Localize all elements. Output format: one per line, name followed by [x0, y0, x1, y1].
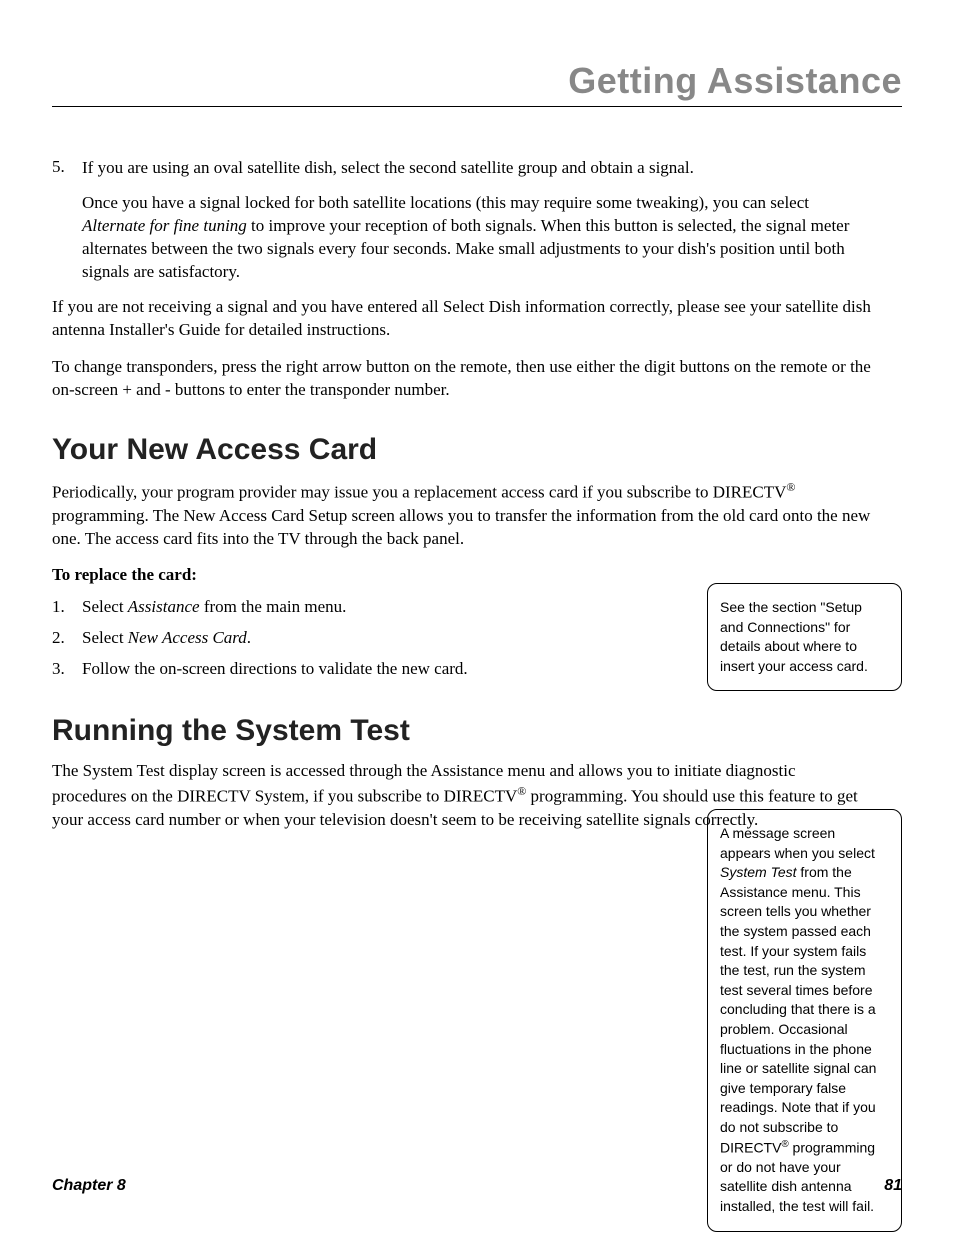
registered-mark: ®: [786, 480, 795, 494]
callout-system-test: A message screen appears when you select…: [707, 809, 902, 1232]
text-span: .: [247, 628, 251, 647]
registered-mark: ®: [517, 784, 526, 798]
main-content: 5. If you are using an oval satellite di…: [52, 157, 902, 832]
list-number: 2.: [52, 624, 82, 651]
step5-para1: If you are using an oval satellite dish,…: [82, 157, 872, 180]
replace-card-label: To replace the card:: [52, 565, 902, 585]
text-span: from the Assistance menu. This screen te…: [720, 864, 876, 1155]
header-title: Getting Assistance: [52, 60, 902, 102]
text-span: programming. The New Access Card Setup s…: [52, 506, 870, 548]
text-span: Once you have a signal locked for both s…: [82, 193, 809, 212]
registered-mark: ®: [781, 1139, 788, 1150]
section-heading-system-test: Running the System Test: [52, 714, 902, 748]
text-span: Periodically, your program provider may …: [52, 483, 786, 502]
text-span: from the main menu.: [200, 597, 347, 616]
list-text: Follow the on-screen directions to valid…: [82, 655, 468, 682]
list-item: 1. Select Assistance from the main menu.: [52, 593, 692, 620]
list-text: Select New Access Card.: [82, 624, 251, 651]
text-span: Select: [82, 597, 128, 616]
step5-para2: Once you have a signal locked for both s…: [82, 192, 872, 284]
paragraph: If you are not receiving a signal and yo…: [52, 296, 872, 342]
section1-intro: Periodically, your program provider may …: [52, 479, 872, 550]
callout-setup-connections: See the section "Setup and Connections" …: [707, 583, 902, 691]
section-heading-access-card: Your New Access Card: [52, 433, 902, 467]
list-item-5: 5. If you are using an oval satellite di…: [52, 157, 872, 284]
italic-text: Alternate for fine tuning: [82, 216, 247, 235]
italic-text: New Access Card: [128, 628, 247, 647]
page-header: Getting Assistance: [52, 60, 902, 107]
list-text: Select Assistance from the main menu.: [82, 593, 346, 620]
page-footer: Chapter 8 81: [52, 1177, 902, 1195]
page-number: 81: [884, 1177, 902, 1195]
list-number: 3.: [52, 655, 82, 682]
text-span: Select: [82, 628, 128, 647]
replace-steps-list: 1. Select Assistance from the main menu.…: [52, 593, 692, 683]
list-number: 1.: [52, 593, 82, 620]
list-item: 2. Select New Access Card.: [52, 624, 692, 651]
list-item: 3. Follow the on-screen directions to va…: [52, 655, 692, 682]
list-number: 5.: [52, 157, 82, 284]
list-content: If you are using an oval satellite dish,…: [82, 157, 872, 284]
chapter-label: Chapter 8: [52, 1177, 126, 1195]
italic-text: System Test: [720, 864, 797, 880]
italic-text: Assistance: [128, 597, 200, 616]
text-span: A message screen appears when you select: [720, 825, 875, 861]
paragraph: To change transponders, press the right …: [52, 356, 872, 402]
